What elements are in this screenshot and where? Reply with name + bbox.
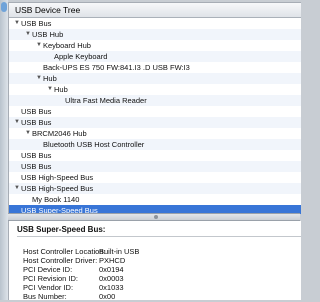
tree-row-label: USB Bus [21, 151, 52, 160]
tree-body: ▼USB Bus ▼USB Hub ▼Keyboard Hub Apple Keybo… [9, 18, 301, 214]
tree-row[interactable]: ▼USB Bus [9, 117, 301, 128]
disclosure-triangle-down-icon[interactable]: ▼ [35, 73, 43, 84]
tree-row[interactable]: ▼Hub [9, 84, 301, 95]
tree-row[interactable]: ▼USB Bus [9, 18, 301, 29]
tree-row-label: USB Bus [21, 19, 52, 28]
tree-row[interactable]: USB Bus [9, 106, 301, 117]
disclosure-triangle-down-icon[interactable]: ▼ [13, 117, 21, 128]
tree-row-label: USB High-Speed Bus [21, 184, 94, 193]
tree-row[interactable]: USB Bus [9, 161, 301, 172]
tree-row-label: USB Bus [21, 118, 52, 127]
sidebar-scrollbar[interactable] [0, 0, 8, 300]
tree-row[interactable]: Back-UPS ES 750 FW:841.I3 .D USB FW:I3 [9, 62, 301, 73]
disclosure-triangle-down-icon[interactable]: ▼ [13, 183, 21, 194]
disclosure-triangle-down-icon[interactable]: ▼ [24, 128, 32, 139]
tree-row-label: Keyboard Hub [43, 41, 91, 50]
disclosure-triangle-down-icon[interactable]: ▼ [35, 40, 43, 51]
tree-row-label: USB Bus [21, 162, 52, 171]
detail-title: USB Super-Speed Bus: [17, 225, 106, 234]
disclosure-triangle-down-icon[interactable]: ▼ [13, 18, 21, 29]
tree-row[interactable]: ▼Hub [9, 73, 301, 84]
tree-row-label: Hub [43, 74, 57, 83]
splitter-grip-icon [154, 215, 158, 219]
tree-row[interactable]: USB High-Speed Bus [9, 172, 301, 183]
tree-row[interactable]: ▼BRCM2046 Hub [9, 128, 301, 139]
usb-device-tree: USB Device Tree ▼USB Bus ▼USB Hub ▼Keyboar… [8, 2, 301, 214]
tree-row[interactable]: My Book 1140 [9, 194, 301, 205]
pane-splitter[interactable] [8, 213, 300, 221]
detail-divider [17, 236, 301, 237]
tree-row-label: BRCM2046 Hub [32, 129, 87, 138]
tree-column-header[interactable]: USB Device Tree [9, 3, 301, 18]
property-value: 0x00 [99, 292, 116, 301]
property-label: Bus Number: [23, 292, 67, 301]
tree-row-label: USB Bus [21, 107, 52, 116]
tree-row-label: USB High-Speed Bus [21, 173, 94, 182]
scroll-thumb[interactable] [1, 2, 7, 12]
tree-row[interactable]: USB Bus [9, 150, 301, 161]
tree-row-label: Apple Keyboard [54, 52, 108, 61]
disclosure-triangle-down-icon[interactable]: ▼ [24, 29, 32, 40]
detail-panel: USB Super-Speed Bus: Host Controller Loc… [8, 221, 301, 301]
tree-row[interactable]: ▼USB High-Speed Bus [9, 183, 301, 194]
tree-row-label: Bluetooth USB Host Controller [43, 140, 145, 149]
tree-row[interactable]: Bluetooth USB Host Controller [9, 139, 301, 150]
tree-row[interactable]: ▼USB Hub [9, 29, 301, 40]
tree-row-label: Back-UPS ES 750 FW:841.I3 .D USB FW:I3 [43, 63, 190, 72]
tree-row[interactable]: Apple Keyboard [9, 51, 301, 62]
tree-row-label: Hub [54, 85, 68, 94]
tree-row-label: Ultra Fast Media Reader [65, 96, 147, 105]
tree-row[interactable]: ▼Keyboard Hub [9, 40, 301, 51]
disclosure-triangle-down-icon[interactable]: ▼ [46, 84, 54, 95]
tree-row[interactable]: Ultra Fast Media Reader [9, 95, 301, 106]
tree-row-label: USB Hub [32, 30, 64, 39]
tree-row-label: My Book 1140 [32, 195, 80, 204]
